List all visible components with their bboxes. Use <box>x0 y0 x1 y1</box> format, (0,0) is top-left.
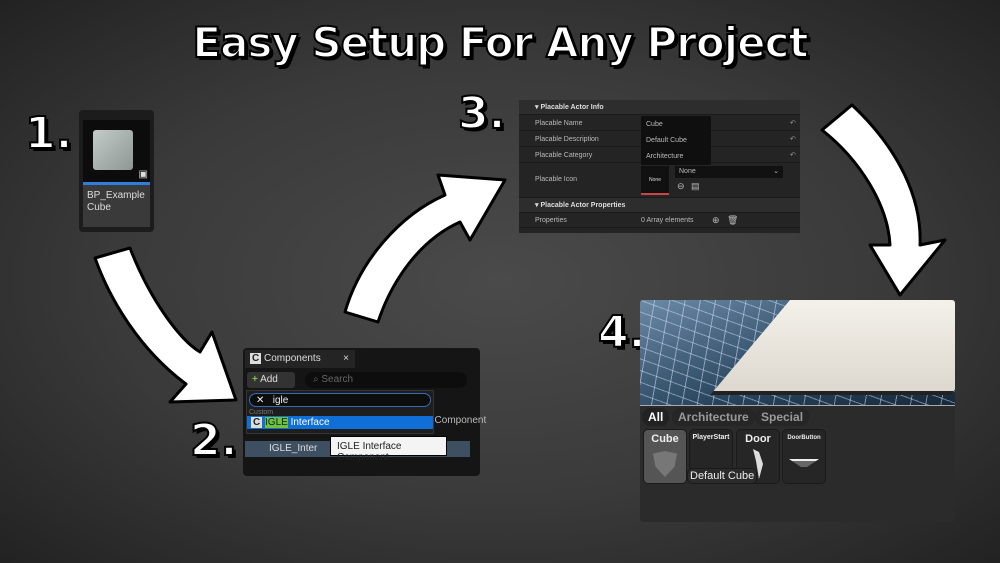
placement-panel: All Architecture Special Cube PlayerStar… <box>640 300 955 522</box>
asset-name: BP_Example Cube <box>83 185 150 227</box>
blueprint-icon: ▣ <box>138 169 148 180</box>
section-title: Placable Actor Properties <box>540 202 626 209</box>
add-label: Add <box>260 374 278 385</box>
row-category: Placable Category Architecture ↶ <box>519 148 800 165</box>
description-field[interactable]: Default Cube <box>641 132 711 149</box>
cube-icon <box>653 451 677 477</box>
array-count: 0 Array elements <box>641 217 694 224</box>
tooltip: IGLE Interface Component <box>330 436 447 463</box>
component-icon: C <box>251 417 263 428</box>
reset-icon[interactable]: ↶ <box>790 132 796 147</box>
label: Placable Name <box>535 120 583 127</box>
browse-icon[interactable]: ▤ <box>691 181 700 192</box>
button-icon <box>789 459 819 467</box>
label: Properties <box>535 217 567 224</box>
section-header-properties[interactable]: ▾ Placable Actor Properties <box>519 198 800 213</box>
filter-value: igle <box>272 395 289 406</box>
tile-label: Door <box>745 433 771 445</box>
label: Placable Category <box>535 152 593 159</box>
icon-preview[interactable]: None <box>641 166 669 195</box>
tab-architecture[interactable]: Architecture <box>672 408 755 426</box>
row-description: Placable Description Default Cube ↶ <box>519 132 800 149</box>
icon-select[interactable]: None ⌄ <box>675 166 783 178</box>
reset-icon[interactable]: ↶ <box>790 148 796 163</box>
plus-icon: + <box>252 374 258 385</box>
details-panel: ▾ Placable Actor Info Placable Name Cube ↶… <box>519 100 800 233</box>
tile-cube[interactable]: Cube <box>643 429 687 484</box>
hidden-item-text: hComponent <box>429 415 487 426</box>
item-label: IGLE_Inter <box>269 443 318 454</box>
category-label: Custom <box>249 409 274 416</box>
tab-all[interactable]: All <box>642 408 670 426</box>
label: Placable Icon <box>535 176 578 183</box>
search-placeholder: Search <box>321 374 354 385</box>
tile-label: DoorButton <box>787 435 821 441</box>
cube-preview <box>93 130 133 170</box>
chevron-down-icon: ⌄ <box>773 168 779 175</box>
clear-icon[interactable]: ✕ <box>256 395 264 406</box>
components-panel: C Components × + Add ⌕ Search hComponent… <box>243 348 486 476</box>
component-dropdown: ✕ igle Custom C IGLE Interface <box>246 390 434 434</box>
tile-label: Cube <box>651 433 679 445</box>
result-label: Interface <box>287 417 330 428</box>
arrow-1-to-2 <box>93 246 238 404</box>
search-input[interactable]: ⌕ Search <box>305 372 467 388</box>
name-field[interactable]: Cube <box>641 116 711 133</box>
label: Placable Description <box>535 136 599 143</box>
tab-components[interactable]: C Components × <box>245 350 355 368</box>
select-value: None <box>679 168 696 175</box>
close-icon[interactable]: × <box>343 353 349 364</box>
result-igle-interface[interactable]: C IGLE Interface <box>247 416 433 429</box>
add-button[interactable]: + Add <box>247 372 295 388</box>
row-name: Placable Name Cube ↶ <box>519 116 800 133</box>
tab-special[interactable]: Special <box>755 408 810 426</box>
add-element-icon[interactable]: ⊕ <box>712 213 720 228</box>
section-header-info[interactable]: ▾ Placable Actor Info <box>519 100 800 115</box>
asset-thumbnail[interactable]: ▣ BP_Example Cube <box>79 110 154 232</box>
section-title: Placable Actor Info <box>540 104 604 111</box>
level-viewport[interactable] <box>640 300 955 405</box>
match-highlight: IGLE <box>265 417 288 428</box>
tab-label: Components <box>264 353 321 364</box>
row-icon: Placable Icon None None ⌄ ⊖ ▤ <box>519 164 800 198</box>
trash-icon[interactable]: 🗑 <box>727 213 738 228</box>
arrow-3-to-4 <box>820 103 947 297</box>
component-icon: C <box>250 353 262 364</box>
arrow-2-to-3 <box>343 173 507 324</box>
filter-input[interactable]: ✕ igle <box>249 393 431 407</box>
tile-tooltip: Default Cube <box>687 468 758 484</box>
use-selected-icon[interactable]: ⊖ <box>677 181 685 192</box>
tile-label: PlayerStart <box>692 434 730 441</box>
reset-icon[interactable]: ↶ <box>790 116 796 131</box>
category-field[interactable]: Architecture <box>641 148 711 165</box>
tile-doorbutton[interactable]: DoorButton <box>782 429 826 484</box>
row-properties: Properties 0 Array elements ⊕ 🗑 <box>519 213 800 228</box>
